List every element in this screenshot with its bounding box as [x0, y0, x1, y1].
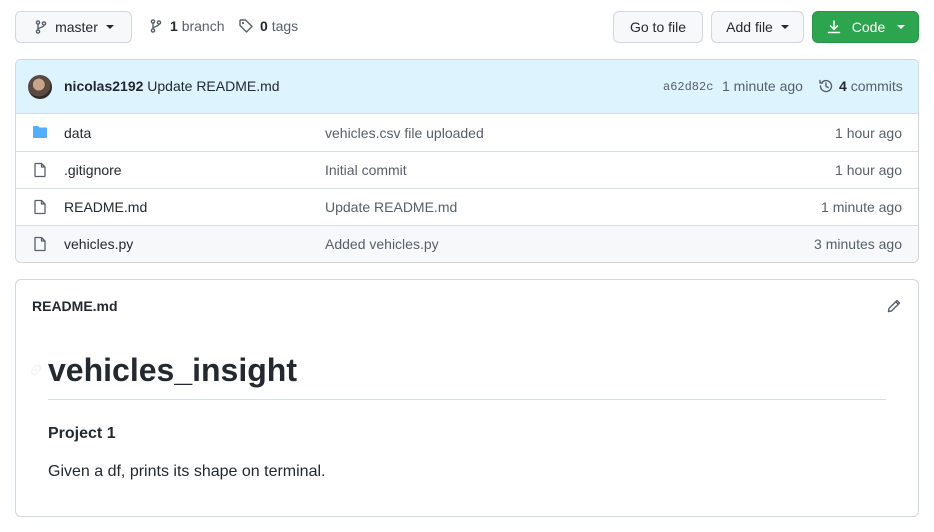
readme-panel: README.md vehicles_insight Project 1 Giv… [15, 279, 919, 517]
file-row[interactable]: README.md Update README.md 1 minute ago [16, 188, 918, 225]
readme-subheading: Project 1 [48, 425, 116, 442]
file-age: 3 minutes ago [814, 236, 902, 252]
file-name[interactable]: vehicles.py [64, 236, 133, 252]
link-icon[interactable] [28, 362, 44, 378]
tag-label: tags [271, 18, 299, 34]
file-name[interactable]: README.md [64, 199, 147, 215]
add-file-button[interactable]: Add file [711, 11, 804, 43]
file-commit-message[interactable]: Initial commit [325, 162, 407, 178]
code-label: Code [851, 19, 886, 35]
file-age: 1 hour ago [835, 162, 902, 178]
go-to-file-label: Go to file [629, 19, 687, 35]
file-icon [34, 199, 46, 215]
readme-paragraph: Given a df, prints its shape on terminal… [48, 463, 326, 480]
commit-sha[interactable]: a62d82c [663, 80, 713, 94]
commits-link[interactable]: 4 commits [818, 78, 903, 94]
git-branch-icon [35, 20, 47, 34]
file-row[interactable]: .gitignore Initial commit 1 hour ago [16, 151, 918, 188]
tag-icon [239, 19, 253, 33]
chevron-down-icon [105, 25, 114, 29]
history-icon [819, 79, 833, 93]
avatar[interactable] [28, 75, 52, 99]
file-icon [34, 236, 46, 252]
add-file-label: Add file [726, 19, 773, 35]
file-row[interactable]: vehicles.py Added vehicles.py 3 minutes … [16, 225, 918, 262]
commit-author[interactable]: nicolas2192 [64, 78, 143, 94]
branches-link[interactable]: 1 branch [148, 18, 225, 34]
file-name[interactable]: .gitignore [64, 162, 122, 178]
file-commit-message[interactable]: Added vehicles.py [325, 236, 439, 252]
heading-divider [48, 399, 886, 400]
branch-select-button[interactable]: master [15, 11, 132, 43]
tag-count: 0 [260, 18, 268, 34]
file-name[interactable]: data [64, 125, 91, 141]
file-commit-message[interactable]: vehicles.csv file uploaded [325, 125, 484, 141]
download-icon [827, 20, 841, 34]
file-age: 1 hour ago [835, 124, 902, 141]
tags-link[interactable]: 0 tags [238, 18, 298, 34]
chevron-down-icon [780, 25, 789, 29]
commit-count-label: commits [850, 78, 903, 94]
chevron-down-icon [897, 25, 906, 29]
pencil-icon[interactable] [886, 298, 902, 314]
git-branch-icon [150, 19, 162, 33]
file-list: data vehicles.csv file uploaded 1 hour a… [16, 114, 918, 262]
folder-icon [33, 126, 47, 138]
file-browser: nicolas2192 Update README.md a62d82c 1 m… [15, 59, 919, 263]
readme-filename[interactable]: README.md [32, 298, 118, 314]
file-commit-message[interactable]: Update README.md [325, 199, 457, 215]
latest-commit-bar: nicolas2192 Update README.md a62d82c 1 m… [16, 60, 918, 114]
file-row[interactable]: data vehicles.csv file uploaded 1 hour a… [16, 114, 918, 151]
branch-label: branch [181, 18, 225, 34]
commit-count: 4 [839, 78, 847, 94]
commit-message[interactable]: Update README.md [147, 78, 279, 94]
code-button[interactable]: Code [812, 11, 919, 43]
branch-name: master [55, 19, 98, 35]
file-age: 1 minute ago [821, 199, 902, 215]
readme-header: README.md [16, 280, 918, 332]
commit-time: 1 minute ago [722, 78, 803, 94]
file-icon [34, 162, 46, 178]
go-to-file-button[interactable]: Go to file [613, 11, 703, 43]
branch-count: 1 [170, 18, 178, 34]
readme-heading: vehicles_insight [48, 352, 297, 388]
